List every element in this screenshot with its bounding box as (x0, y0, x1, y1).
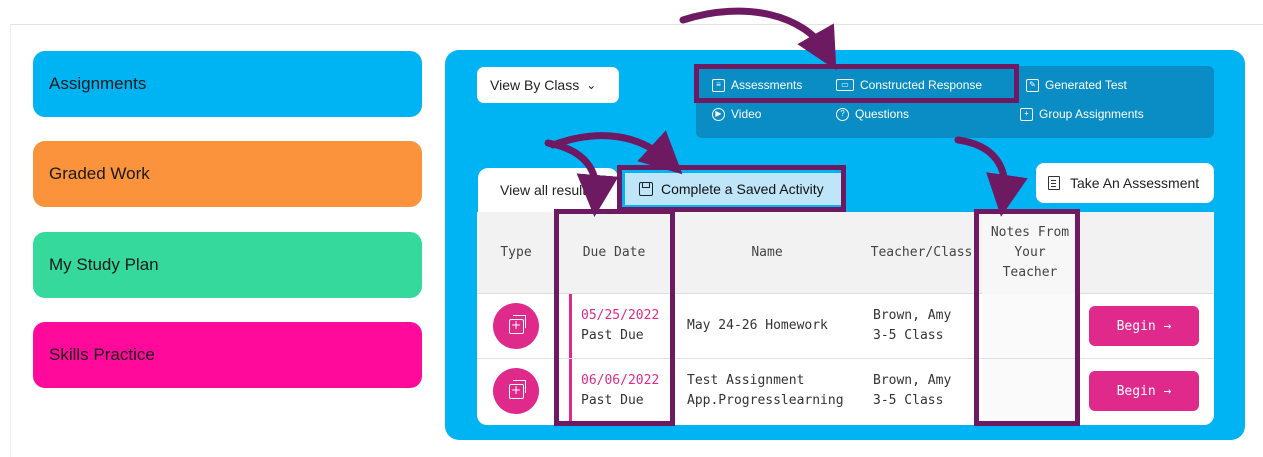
class-name: 3-5 Class (873, 328, 944, 343)
view-by-label: View By Class (490, 77, 580, 93)
save-icon (639, 182, 653, 196)
group-add-icon: + (1020, 107, 1033, 121)
tool-video[interactable]: ▶ Video (712, 107, 761, 121)
teacher-cell: Brown, Amy 3-5 Class (873, 294, 951, 358)
sidebar-item-graded-work[interactable]: Graded Work (33, 141, 422, 207)
arrow-to-tools (679, 7, 837, 71)
edit-document-icon: ✎ (1026, 78, 1039, 92)
tool-assessments-label: Assessments (731, 78, 803, 92)
tool-group-assignments-label: Group Assignments (1039, 107, 1144, 121)
header-notes-line-2: Your (1014, 245, 1046, 260)
header-teacher-class: Teacher/Class (870, 245, 973, 260)
frame-top-line (10, 24, 1263, 25)
notes-cell (982, 359, 1078, 423)
tool-group-assignments[interactable]: + Group Assignments (1020, 107, 1144, 121)
assignment-name-line-2: App.Progresslearning (687, 393, 844, 408)
due-status: Past Due (581, 393, 644, 408)
sidebar-item-assignments[interactable]: Assignments (33, 51, 422, 117)
name-cell: Test Assignment App.Progresslearning (687, 359, 844, 423)
due-date: 05/25/2022 (581, 308, 660, 323)
sidebar-item-skills-practice[interactable]: Skills Practice (33, 322, 422, 388)
teacher-name: Brown, Amy (873, 373, 952, 388)
take-assessment-button[interactable]: Take An Assessment (1036, 163, 1214, 203)
due-date-cell: 06/06/2022 Past Due (569, 359, 659, 423)
header-name: Name (751, 245, 783, 260)
name-cell: May 24-26 Homework (687, 294, 828, 358)
table-row: 06/06/2022 Past Due Test Assignment App.… (477, 359, 1214, 424)
group-assignment-icon[interactable] (493, 303, 539, 349)
teacher-cell: Brown, Amy 3-5 Class (873, 359, 951, 423)
assignment-name: May 24-26 Homework (687, 318, 828, 333)
tool-video-label: Video (731, 107, 762, 121)
document-icon: ≡ (712, 78, 725, 92)
group-assignment-icon[interactable] (493, 368, 539, 414)
table-header: Type Due Date Name Teacher/Class Notes F… (477, 212, 1214, 294)
teacher-name: Brown, Amy (873, 308, 952, 323)
begin-button[interactable]: Begin → (1089, 371, 1199, 411)
header-due-date: Due Date (582, 245, 646, 260)
header-notes-line-3: Teacher (1002, 265, 1058, 280)
tab-saved-label: Complete a Saved Activity (661, 181, 824, 197)
view-by-class-dropdown[interactable]: View By Class ⌄ (477, 67, 619, 103)
assignment-type-toolbox: ≡ Assessments ▭ Constructed Response ✎ G… (696, 66, 1214, 138)
assignment-name: Test Assignment (687, 373, 805, 388)
class-name: 3-5 Class (873, 393, 944, 408)
chevron-down-icon: ⌄ (586, 78, 597, 92)
document-icon (1048, 176, 1060, 190)
tab-view-all-results[interactable]: View all results (478, 168, 618, 212)
assignments-table: Type Due Date Name Teacher/Class Notes F… (477, 212, 1214, 425)
sidebar-item-my-study-plan[interactable]: My Study Plan (33, 232, 422, 298)
frame-left-line (10, 24, 11, 457)
tool-generated-test-label: Generated Test (1045, 78, 1127, 92)
tool-questions-label: Questions (855, 107, 910, 121)
header-type: Type (500, 245, 532, 260)
tool-questions[interactable]: ? Questions (836, 107, 909, 121)
due-status: Past Due (581, 328, 644, 343)
header-notes: Notes From Your Teacher (982, 212, 1078, 294)
table-row: 05/25/2022 Past Due May 24-26 Homework B… (477, 294, 1214, 359)
tool-constructed-response[interactable]: ▭ Constructed Response (836, 78, 982, 92)
keyboard-icon: ▭ (836, 79, 854, 91)
take-assessment-label: Take An Assessment (1070, 175, 1200, 191)
question-icon: ? (836, 107, 849, 121)
tool-assessments[interactable]: ≡ Assessments (712, 78, 802, 92)
tab-complete-saved-activity[interactable]: Complete a Saved Activity (625, 173, 841, 205)
header-notes-line-1: Notes From (990, 225, 1070, 240)
due-date-cell: 05/25/2022 Past Due (569, 294, 659, 358)
due-date: 06/06/2022 (581, 373, 660, 388)
tool-constructed-response-label: Constructed Response (860, 78, 983, 92)
play-icon: ▶ (712, 107, 725, 121)
tool-generated-test[interactable]: ✎ Generated Test (1026, 78, 1127, 92)
notes-cell (982, 294, 1078, 358)
begin-button[interactable]: Begin → (1089, 306, 1199, 346)
